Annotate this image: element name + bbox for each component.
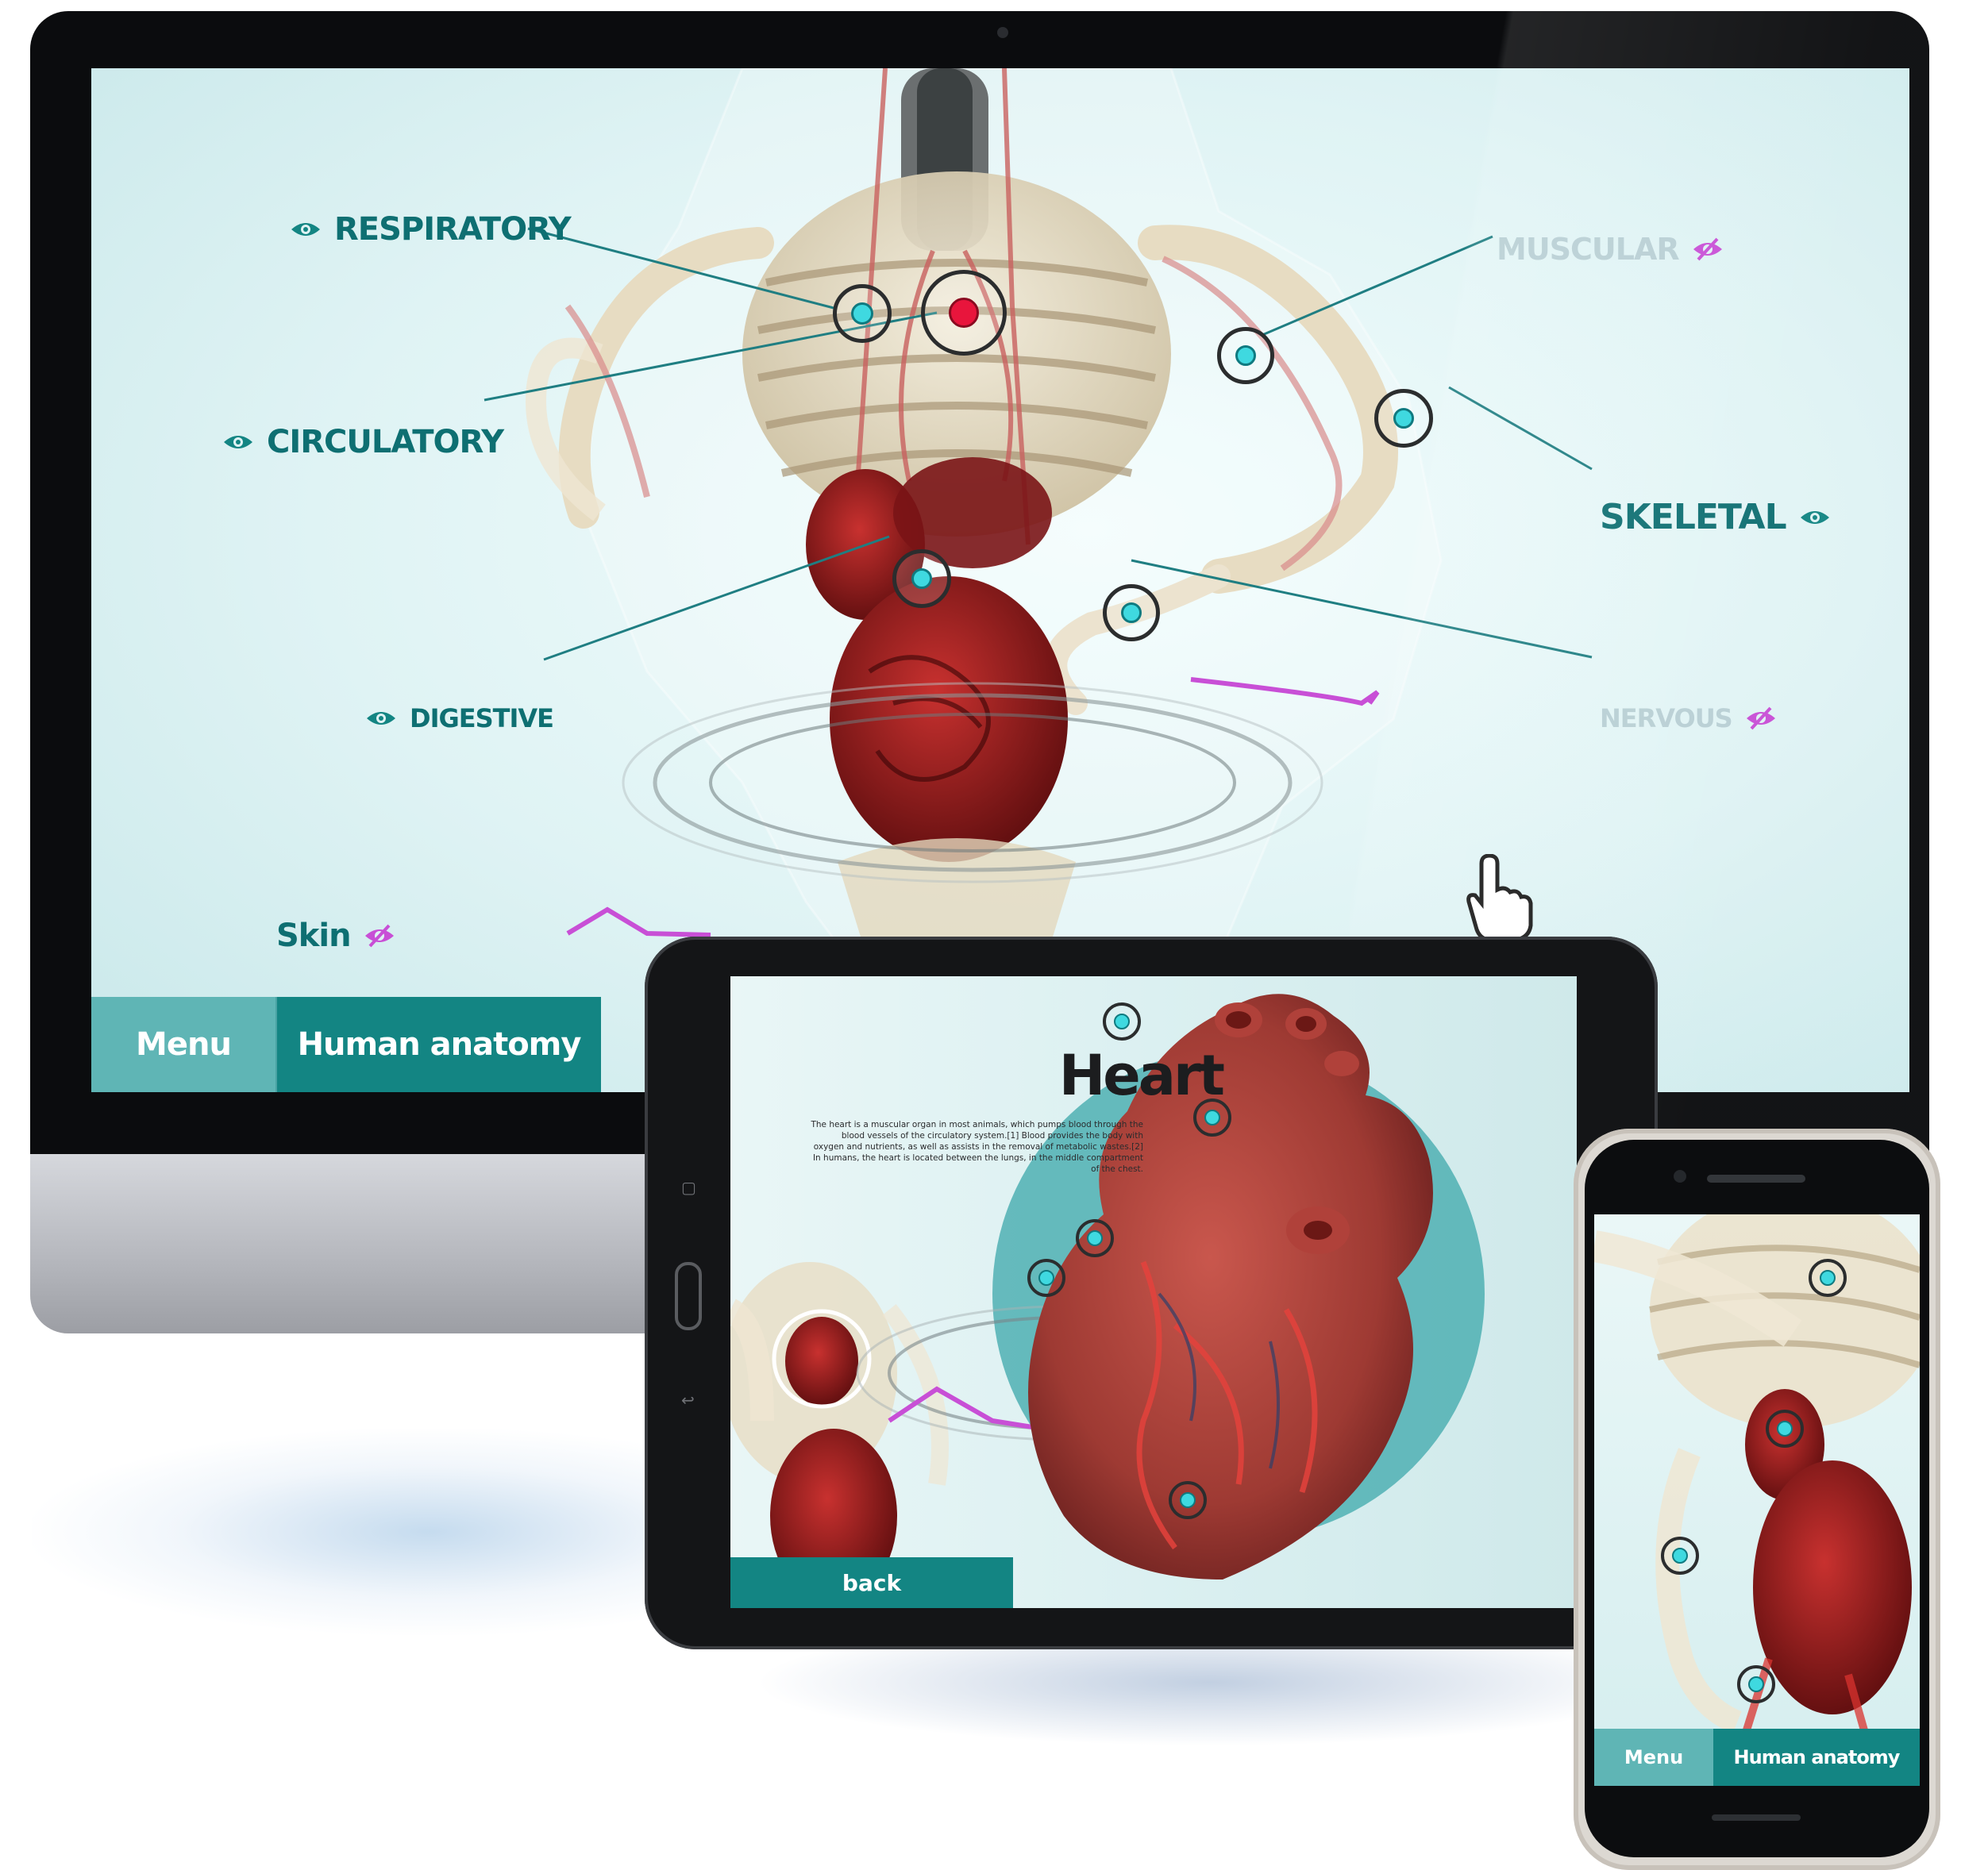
hand-pointer-icon xyxy=(1466,854,1533,941)
eye-icon xyxy=(291,223,320,236)
menu-button[interactable]: Menu xyxy=(91,997,275,1092)
human-anatomy-button[interactable]: Human anatomy xyxy=(277,997,601,1092)
phone-human-anatomy-button[interactable]: Human anatomy xyxy=(1713,1729,1920,1786)
desktop-menu-bar: Menu Human anatomy xyxy=(91,997,601,1092)
anatomy-figure-zoomed xyxy=(1594,1214,1920,1786)
tablet-back-icon: ↩ xyxy=(681,1391,695,1410)
digestive-label: DIGESTIVE xyxy=(410,703,554,733)
heart-heading: Heart xyxy=(1058,1043,1225,1108)
phone-home-indicator xyxy=(1712,1814,1801,1821)
tablet-home-button[interactable] xyxy=(675,1262,702,1330)
phone-menu-bar: Menu Human anatomy xyxy=(1594,1729,1920,1786)
tablet-screen: Heart The heart is a muscular organ in m… xyxy=(730,976,1577,1608)
phone-screen: Menu Human anatomy xyxy=(1594,1214,1920,1786)
skeletal-label: SKELETAL xyxy=(1600,497,1787,537)
eye-icon xyxy=(1800,510,1829,524)
nervous-hotspot[interactable] xyxy=(1103,584,1160,641)
digestive-hotspot[interactable] xyxy=(892,549,951,608)
muscular-label: MUSCULAR xyxy=(1497,232,1680,267)
nervous-label: NERVOUS xyxy=(1600,703,1733,733)
back-button[interactable]: back xyxy=(730,1557,1013,1608)
heart-description: The heart is a muscular organ in most an… xyxy=(811,1120,1143,1174)
eye-icon xyxy=(224,436,252,448)
phone-camera-icon xyxy=(1674,1170,1686,1183)
eye-off-icon xyxy=(1746,706,1775,730)
muscular-hotspot[interactable] xyxy=(1217,327,1274,384)
eye-icon xyxy=(367,712,395,725)
eye-off-icon xyxy=(1693,237,1722,261)
digestive-toggle[interactable]: DIGESTIVE xyxy=(365,703,554,733)
respiratory-label: RESPIRATORY xyxy=(334,211,572,248)
skin-label: Skin xyxy=(276,918,352,954)
circulatory-label: CIRCULATORY xyxy=(267,424,504,460)
skin-toggle[interactable]: Skin xyxy=(276,918,395,954)
eye-off-icon xyxy=(364,924,394,948)
circulatory-hotspot-active[interactable] xyxy=(921,270,1007,356)
phone-menu-button[interactable]: Menu xyxy=(1594,1729,1713,1786)
skeletal-hotspot[interactable] xyxy=(1374,389,1433,448)
respiratory-toggle[interactable]: RESPIRATORY xyxy=(290,211,572,248)
nervous-toggle[interactable]: NERVOUS xyxy=(1600,703,1777,733)
skeletal-toggle[interactable]: SKELETAL xyxy=(1600,497,1831,537)
circulatory-toggle[interactable]: CIRCULATORY xyxy=(222,424,504,460)
phone-speaker xyxy=(1707,1175,1805,1183)
camera-icon xyxy=(997,27,1008,38)
muscular-toggle[interactable]: MUSCULAR xyxy=(1497,232,1724,267)
respiratory-hotspot[interactable] xyxy=(833,284,892,343)
tablet-menu-icon: ▢ xyxy=(681,1178,696,1197)
